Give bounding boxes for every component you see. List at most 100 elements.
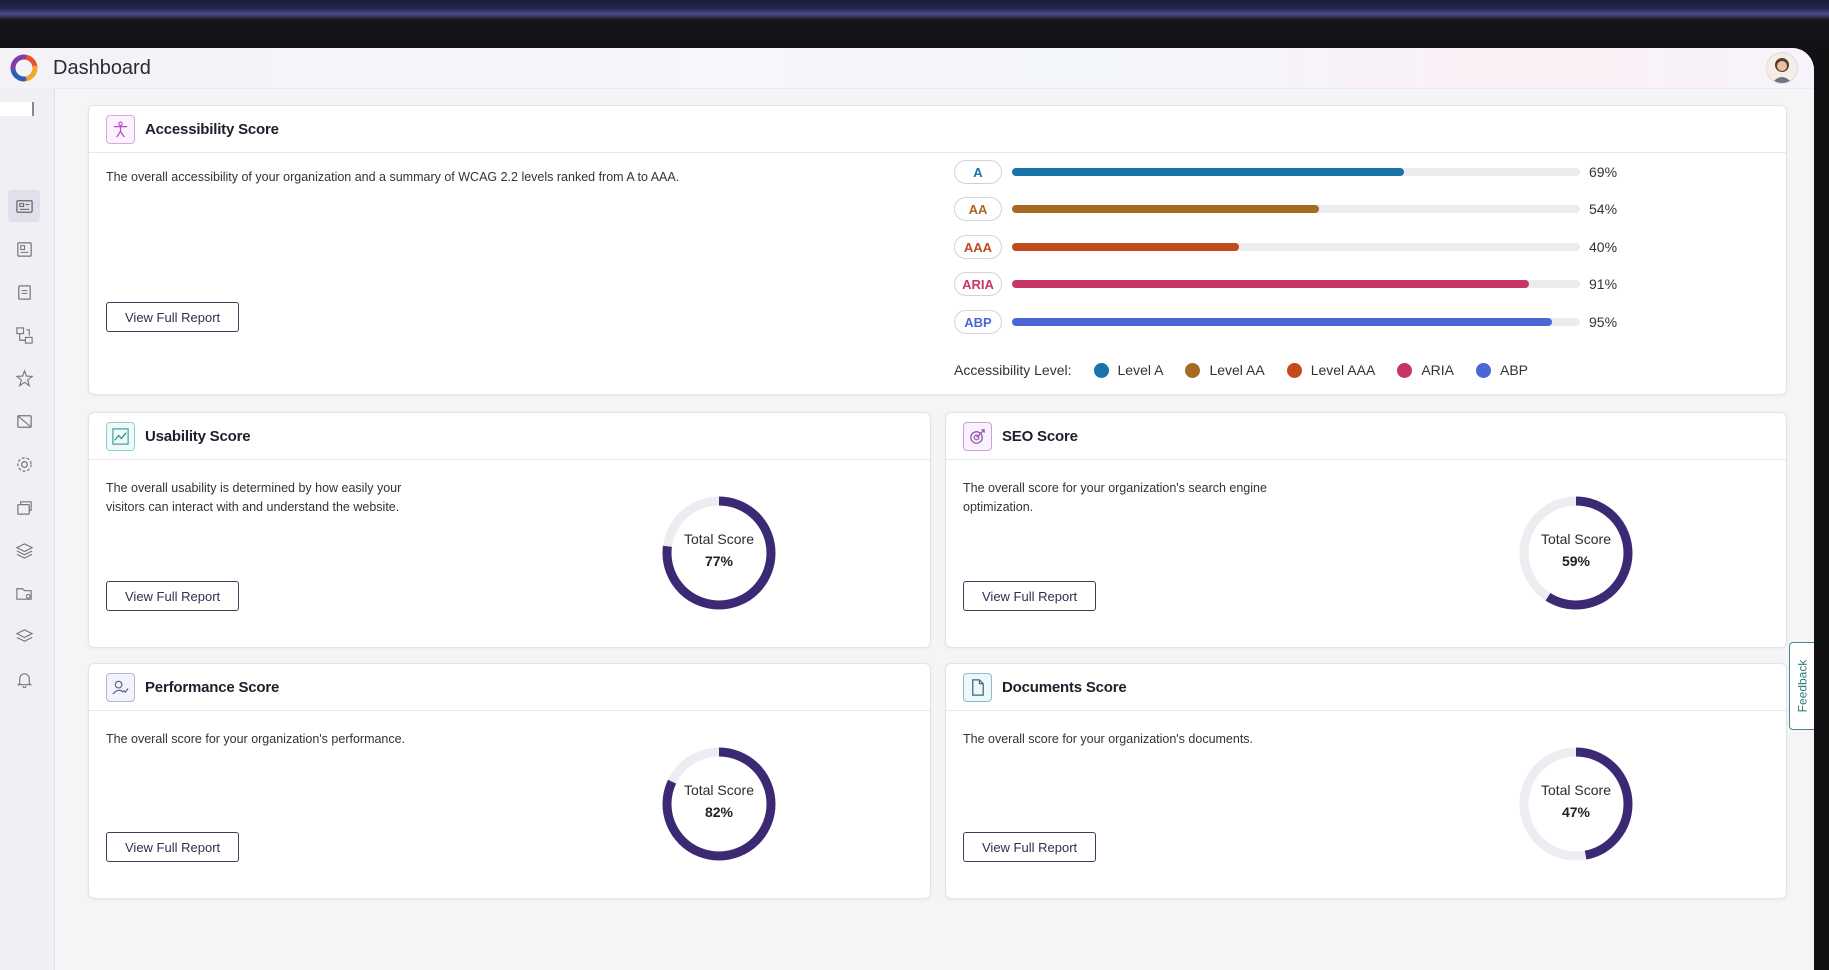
- card-header: Accessibility Score: [89, 106, 1786, 153]
- level-percent: 40%: [1589, 239, 1618, 255]
- sidebar-item-workflows[interactable]: [8, 319, 40, 351]
- level-bar-row: ABP 95%: [954, 310, 1617, 334]
- legend-dot: [1286, 362, 1302, 378]
- level-pill: A: [954, 160, 1002, 184]
- legend-label: ABP: [1500, 362, 1529, 378]
- sidebar-item-windows[interactable]: [8, 491, 40, 523]
- card-header: Performance Score: [89, 664, 930, 711]
- folder-settings-icon: [15, 587, 32, 600]
- level-pill: ABP: [954, 310, 1002, 334]
- accessibility-score-card: Accessibility Score The overall accessib…: [88, 105, 1787, 395]
- view-full-report-button[interactable]: View Full Report: [106, 832, 240, 862]
- performance-score-card: Performance Score The overall score for …: [88, 663, 931, 899]
- file-icon: [963, 672, 992, 702]
- card-title: Performance Score: [145, 678, 280, 696]
- legend-item: Level AAA: [1286, 362, 1375, 378]
- usability-donut: Total Score 77%: [659, 493, 779, 613]
- card-title: SEO Score: [1002, 427, 1078, 445]
- app-logo[interactable]: [8, 52, 40, 84]
- level-bar-fill: [1012, 243, 1240, 251]
- sidebar-item-notifications[interactable]: [8, 663, 40, 695]
- level-pill: ARIA: [954, 272, 1002, 296]
- level-percent: 69%: [1589, 164, 1618, 180]
- target-icon: [963, 421, 992, 451]
- level-bar-row: AA 54%: [954, 197, 1617, 221]
- view-full-report-button[interactable]: View Full Report: [963, 581, 1097, 611]
- sidebar-item-layers[interactable]: [8, 534, 40, 566]
- sidebar-item-folders[interactable]: [8, 577, 40, 609]
- avatar[interactable]: [1766, 52, 1798, 84]
- legend-item: ABP: [1476, 362, 1528, 378]
- card-title: Accessibility Score: [145, 120, 279, 138]
- level-percent: 54%: [1589, 201, 1618, 217]
- description-line: The overall score for your organization'…: [963, 481, 1267, 495]
- level-pill: AA: [954, 197, 1002, 221]
- feedback-label: Feedback: [1795, 659, 1810, 713]
- donut-label: Total Score: [1540, 531, 1612, 547]
- layers-icon: [15, 542, 33, 559]
- legend-dot: [1185, 362, 1201, 378]
- description-line: The overall usability is determined by h…: [106, 481, 402, 495]
- level-bar-fill: [1012, 168, 1404, 176]
- legend-item: Level AA: [1185, 362, 1265, 378]
- legend-label: Level AA: [1209, 362, 1265, 378]
- card-description: The overall score for your organization'…: [106, 732, 406, 746]
- level-percent: 95%: [1589, 314, 1618, 330]
- card-description: The overall score for your organization'…: [963, 732, 1254, 746]
- documents-donut: Total Score 47%: [1516, 744, 1636, 864]
- view-full-report-button[interactable]: View Full Report: [106, 302, 240, 332]
- level-percent: 91%: [1589, 276, 1618, 292]
- seo-score-card: SEO Score The overall score for your org…: [945, 412, 1787, 648]
- donut-label: Total Score: [1540, 782, 1612, 798]
- card-title: Usability Score: [145, 427, 251, 445]
- card-description: The overall accessibility of your organi…: [106, 170, 680, 184]
- chart-line-icon: [106, 421, 135, 451]
- sidebar-item-reports[interactable]: [8, 233, 40, 265]
- description-line: optimization.: [963, 500, 1034, 514]
- sidebar: [0, 88, 55, 970]
- workflow-icon: [15, 326, 33, 344]
- donut-value: 59%: [1561, 553, 1591, 569]
- card-header: Documents Score: [946, 664, 1786, 711]
- sidebar-item-settings[interactable]: [8, 448, 40, 480]
- legend-dot: [1397, 362, 1413, 378]
- sidebar-item-images[interactable]: [8, 405, 40, 437]
- sidebar-item-accessibility[interactable]: [8, 362, 40, 394]
- report-icon: [16, 241, 32, 257]
- sidebar-collapse-handle[interactable]: [0, 102, 34, 116]
- level-bar-row: A 69%: [954, 160, 1617, 184]
- sidebar-item-documents[interactable]: [8, 276, 40, 308]
- card-header: Usability Score: [89, 413, 930, 460]
- level-bar-row: AAA 40%: [954, 235, 1617, 259]
- feedback-tab[interactable]: Feedback: [1789, 642, 1814, 730]
- legend-dot: [1093, 362, 1109, 378]
- user-check-icon: [106, 672, 135, 702]
- seo-donut: Total Score 59%: [1516, 493, 1636, 613]
- card-title: Documents Score: [1002, 678, 1127, 696]
- donut-label: Total Score: [683, 531, 755, 547]
- top-bar: Dashboard: [0, 48, 1814, 89]
- level-bar-track: [1012, 168, 1580, 176]
- legend-items: Level A Level AA Level AAA ARIA ABP: [1072, 362, 1528, 378]
- gear-icon: [16, 456, 32, 472]
- donut-value: 82%: [704, 804, 734, 820]
- sidebar-item-dashboard[interactable]: [8, 190, 40, 222]
- app-window: Dashboard Accessibility Score The overal…: [0, 48, 1814, 970]
- level-bar-track: [1012, 318, 1580, 326]
- view-full-report-button[interactable]: View Full Report: [963, 832, 1097, 862]
- legend-title: Accessibility Level:: [954, 362, 1072, 378]
- donut-label: Total Score: [683, 782, 755, 798]
- view-full-report-button[interactable]: View Full Report: [106, 581, 240, 611]
- accessibility-icon: [14, 368, 34, 387]
- page-title: Dashboard: [53, 56, 151, 79]
- donut-value: 47%: [1561, 804, 1591, 820]
- dashboard-icon: [15, 199, 33, 213]
- sidebar-item-stack[interactable]: [8, 620, 40, 652]
- documents-score-card: Documents Score The overall score for yo…: [945, 663, 1787, 899]
- bell-icon: [16, 672, 32, 688]
- level-bar-track: [1012, 280, 1580, 288]
- level-bar-row: ARIA 91%: [954, 272, 1617, 296]
- donut-value: 77%: [704, 553, 734, 569]
- windows-icon: [16, 500, 32, 515]
- stack-icon: [15, 628, 33, 642]
